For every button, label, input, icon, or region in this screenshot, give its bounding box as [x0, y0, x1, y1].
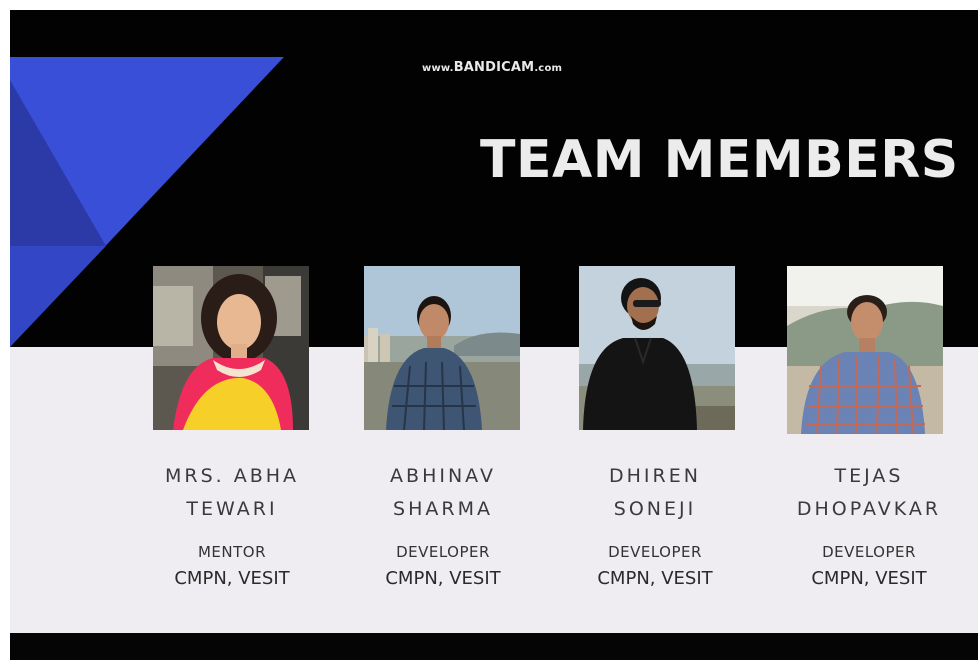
- member-card: MRS. ABHA TEWARI MENTOR CMPN, VESIT: [127, 10, 337, 660]
- member-card: DHIREN SONEJI DEVELOPER CMPN, VESIT: [550, 10, 760, 660]
- member-card: TEJAS DHOPAVKAR DEVELOPER CMPN, VESIT: [764, 10, 974, 660]
- member-name: TEJAS DHOPAVKAR: [764, 460, 974, 526]
- member-dept: CMPN, VESIT: [597, 568, 713, 589]
- member-role: DEVELOPER: [608, 543, 702, 561]
- member-name-line1: TEJAS: [834, 465, 904, 487]
- member-name-line2: SONEJI: [613, 498, 697, 520]
- member-name-line1: ABHINAV: [390, 465, 496, 487]
- member-role: DEVELOPER: [822, 543, 916, 561]
- member-card: ABHINAV SHARMA DEVELOPER CMPN, VESIT: [338, 10, 548, 660]
- member-dept: CMPN, VESIT: [811, 568, 927, 589]
- member-name-line1: DHIREN: [609, 465, 701, 487]
- member-name-line2: SHARMA: [393, 498, 493, 520]
- member-dept: CMPN, VESIT: [174, 568, 290, 589]
- member-photo: [787, 266, 943, 434]
- dark-footer-band: [10, 633, 978, 660]
- member-name: ABHINAV SHARMA: [338, 460, 548, 526]
- member-photo: [579, 266, 735, 430]
- member-name-line1: MRS. ABHA: [164, 465, 300, 487]
- member-name: MRS. ABHA TEWARI: [127, 460, 337, 526]
- member-role: MENTOR: [197, 543, 267, 561]
- member-name-line2: TEWARI: [186, 498, 278, 520]
- member-dept: CMPN, VESIT: [385, 568, 501, 589]
- member-photo: [364, 266, 520, 430]
- member-name: DHIREN SONEJI: [550, 460, 760, 526]
- member-role: DEVELOPER: [396, 543, 490, 561]
- slide: www.BANDICAM.com TEAM MEMBERS MRS. ABHA …: [10, 10, 978, 660]
- member-photo: [153, 266, 309, 430]
- member-name-line2: DHOPAVKAR: [796, 498, 942, 520]
